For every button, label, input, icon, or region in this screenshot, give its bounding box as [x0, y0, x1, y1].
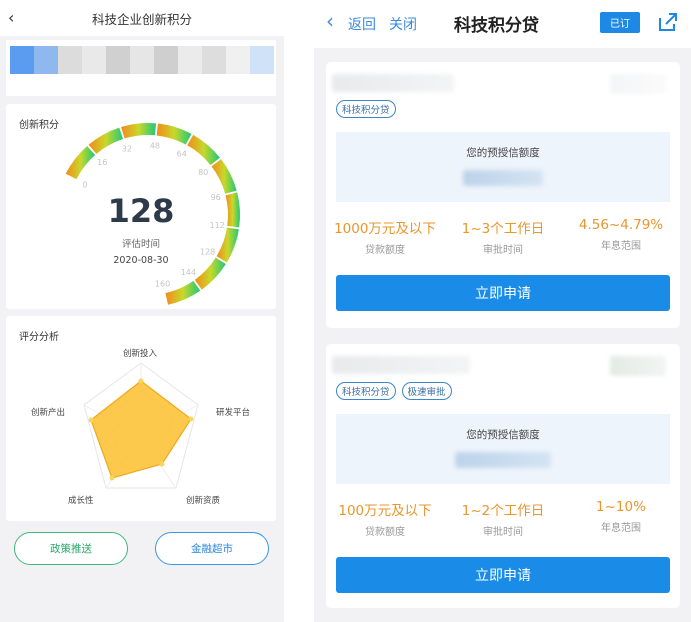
radar-label-innovation-input: 创新投入 — [123, 349, 158, 359]
loan-amount-value: 1000万元及以下 — [334, 221, 436, 237]
stat-approval: 1~3个工作日 审批时间 — [444, 217, 562, 256]
approval-time-value: 1~3个工作日 — [461, 221, 545, 237]
product-tag: 极速审批 — [401, 382, 452, 400]
apply-now-button[interactable]: 立即申请 — [336, 557, 670, 593]
loan-stats: 100万元及以下 贷款额度 1~2个工作日 审批时间 1~10% 年息范围 — [326, 499, 680, 538]
interest-rate-label: 年息范围 — [601, 523, 641, 534]
approval-time-value: 1~2个工作日 — [461, 503, 545, 519]
radar-point — [88, 417, 94, 423]
loan-amount-label: 贷款额度 — [365, 527, 405, 538]
finance-market-button[interactable]: 金融超市 — [155, 532, 269, 565]
score-analysis-card: 评分分析 创新投入 研发平台 创新资质 成长性 创新产出 — [6, 316, 276, 521]
gauge-segment — [165, 280, 201, 305]
back-link[interactable]: 返回 — [348, 14, 376, 34]
radar-label-growth: 成长性 — [68, 496, 94, 506]
gauge-tick-label: 48 — [150, 141, 160, 150]
gauge-tick-label: 144 — [181, 268, 196, 277]
innovation-score-screen: ‹ 科技企业创新积分 创新积分 0 16 32 48 64 80 96 112 128 144 16… — [0, 0, 284, 622]
product-tag: 科技积分贷 — [336, 100, 396, 118]
approval-time-label: 审批时间 — [483, 527, 523, 538]
loan-amount-label: 贷款额度 — [365, 245, 405, 256]
gauge-segment — [156, 123, 192, 145]
gauge-tick-label: 32 — [122, 144, 132, 153]
gauge-tick-label: 64 — [177, 150, 187, 159]
gauge-segment — [211, 159, 237, 194]
stat-rate: 1~10% 年息范围 — [562, 499, 680, 538]
stat-approval: 1~2个工作日 审批时间 — [444, 499, 562, 538]
pre-credit-label: 您的预授信额度 — [466, 429, 540, 441]
page-title: 科技企业创新积分 — [91, 11, 192, 27]
tech-loan-screen: ‹ 返回 关闭 科技积分贷 已订 科技积分贷 您的预授信额度 1000万元及以下… — [314, 0, 691, 622]
apply-now-button[interactable]: 立即申请 — [336, 275, 670, 311]
gauge-tick-label: 16 — [97, 158, 107, 167]
eval-time-label: 评估时间 — [121, 239, 160, 250]
close-link[interactable]: 关闭 — [389, 14, 417, 34]
interest-rate-value: 1~10% — [596, 499, 646, 515]
gauge-tick-label: 160 — [155, 279, 170, 288]
radar-point — [138, 378, 144, 384]
policy-push-button[interactable]: 政策推送 — [14, 532, 128, 565]
right-header: ‹ 返回 关闭 科技积分贷 已订 — [314, 0, 691, 48]
page-title: 科技积分贷 — [454, 16, 539, 36]
stat-amount: 1000万元及以下 贷款额度 — [326, 217, 444, 256]
blurred-company-info — [10, 46, 274, 74]
stat-rate: 4.56~4.79% 年息范围 — [562, 217, 680, 256]
blurred-bank-name — [332, 74, 454, 92]
loan-product-card: 科技积分贷 您的预授信额度 1000万元及以下 贷款额度 1~3个工作日 审批时… — [326, 62, 680, 328]
loan-product-card: 科技积分贷 极速审批 您的预授信额度 100万元及以下 贷款额度 1~2个工作日… — [326, 344, 680, 608]
gauge-tick-label: 0 — [83, 180, 88, 189]
product-tag: 科技积分贷 — [336, 382, 396, 400]
screenshot-root: ‹ 科技企业创新积分 创新积分 0 16 32 48 64 80 96 112 128 144 16… — [0, 0, 691, 622]
interest-rate-label: 年息范围 — [601, 241, 641, 252]
eval-date: 2020-08-30 — [113, 255, 169, 266]
stat-amount: 100万元及以下 贷款额度 — [326, 499, 444, 538]
pre-credit-box: 您的预授信额度 — [336, 132, 670, 202]
radar-label-rd-platform: 研发平台 — [216, 408, 251, 418]
share-icon[interactable] — [656, 10, 680, 34]
gauge-tick-label: 80 — [198, 168, 208, 177]
gauge-segment — [88, 127, 124, 154]
radar-label-output: 创新产出 — [31, 408, 66, 418]
radar-point — [188, 416, 194, 422]
subscribed-button[interactable]: 已订 — [600, 12, 640, 33]
back-icon[interactable]: ‹ — [8, 8, 14, 27]
loan-amount-value: 100万元及以下 — [338, 503, 432, 519]
interest-rate-value: 4.56~4.79% — [578, 217, 664, 233]
product-tags: 科技积分贷 极速审批 — [336, 382, 452, 400]
pre-credit-label: 您的预授信额度 — [466, 147, 540, 159]
company-banner-blurred — [6, 40, 276, 96]
left-header: ‹ 科技企业创新积分 — [0, 0, 284, 36]
back-chevron-icon[interactable]: ‹ — [326, 9, 334, 33]
blurred-credit-amount — [455, 452, 551, 468]
gauge-segment — [121, 123, 157, 139]
approval-time-label: 审批时间 — [483, 245, 523, 256]
product-tags: 科技积分贷 — [336, 100, 396, 118]
blurred-bank-logo — [610, 74, 666, 94]
score-value: 128 — [107, 192, 175, 230]
blurred-bank-name — [332, 356, 470, 374]
radar-point — [159, 461, 165, 467]
gauge-segment — [65, 145, 96, 180]
loan-stats: 1000万元及以下 贷款额度 1~3个工作日 审批时间 4.56~4.79% 年… — [326, 217, 680, 256]
blurred-credit-amount — [463, 170, 543, 186]
gauge-segment — [187, 134, 220, 166]
score-gauge-card: 创新积分 0 16 32 48 64 80 96 112 128 144 160 128 评估时间 … — [6, 104, 276, 309]
blurred-bank-logo — [610, 356, 666, 376]
radar-point — [109, 475, 115, 481]
radar-label-qualification: 创新资质 — [186, 496, 221, 506]
pre-credit-box: 您的预授信额度 — [336, 414, 670, 484]
radar-score-area — [90, 380, 192, 479]
